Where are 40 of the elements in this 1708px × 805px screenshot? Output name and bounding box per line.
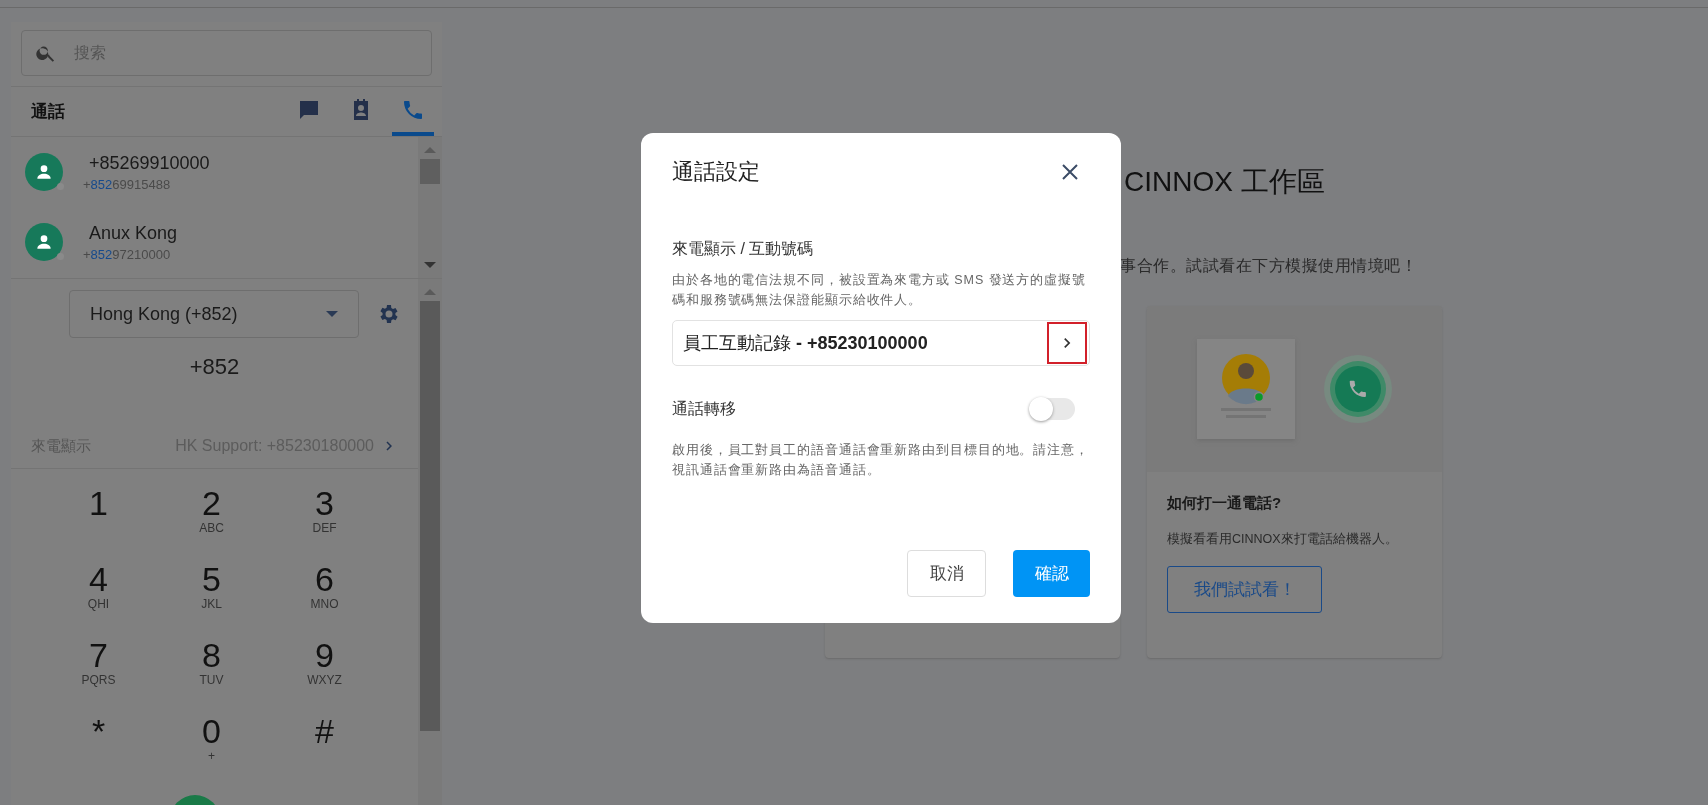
contact-number: +85297210000 bbox=[83, 246, 172, 262]
card-description: 模擬看看用CINNOX來打電話給機器人。 bbox=[1167, 531, 1399, 548]
workspace-title: CINNOX 工作區 bbox=[1124, 165, 1326, 199]
dial-key[interactable]: # bbox=[268, 707, 381, 783]
dial-key[interactable]: 6 MNO bbox=[268, 555, 381, 631]
country-select[interactable]: Hong Kong (+852) bbox=[69, 290, 359, 338]
dial-key[interactable]: 5 JKL bbox=[155, 555, 268, 631]
workspace-subtitle: 事合作。試試看在下方模擬使用情境吧！ bbox=[1120, 256, 1418, 276]
forwarding-label: 通話轉移 bbox=[672, 398, 736, 419]
dialog-title: 通話設定 bbox=[672, 158, 760, 186]
dial-key[interactable]: 9 WXYZ bbox=[268, 631, 381, 707]
chevron-button[interactable] bbox=[1047, 322, 1087, 364]
forwarding-switch[interactable] bbox=[1031, 398, 1075, 420]
dial-key[interactable]: * bbox=[42, 707, 155, 783]
number-select[interactable]: 員工互動記錄 - +85230100000 bbox=[672, 320, 1090, 366]
contact-item[interactable]: +85269910000 +85269915488 bbox=[11, 137, 418, 207]
avatar-icon bbox=[25, 223, 63, 261]
forwarding-note: 啟用後，員工對員工的語音通話會重新路由到目標目的地。請注意，視訊通話會重新路由為語音通話。 bbox=[672, 442, 1090, 479]
scrollbar[interactable] bbox=[418, 279, 442, 805]
contact-name: Anux Kong bbox=[89, 222, 178, 244]
dial-key[interactable]: 3 DEF bbox=[268, 479, 381, 555]
card-title: 如何打一通電話? bbox=[1167, 494, 1283, 513]
contact-name: +85269910000 bbox=[89, 152, 210, 174]
dial-key[interactable]: 2 ABC bbox=[155, 479, 268, 555]
confirm-button[interactable]: 確認 bbox=[1013, 550, 1090, 597]
contact-number: +85269915488 bbox=[83, 176, 172, 192]
section-label: 來電顯示 / 互動號碼 bbox=[672, 239, 815, 259]
dial-key[interactable]: 1 bbox=[42, 479, 155, 555]
phone-call-icon bbox=[1322, 354, 1393, 424]
caller-id-note: 由於各地的電信法規不同，被設置為來電方或 SMS 發送方的虛擬號碼和服務號碼無法保證能顯示給收件人。 bbox=[672, 272, 1087, 309]
dial-key[interactable]: 0 + bbox=[155, 707, 268, 783]
cancel-button[interactable]: 取消 bbox=[907, 550, 986, 597]
avatar-icon bbox=[25, 153, 63, 191]
panel-title: 通話 bbox=[31, 101, 65, 123]
dial-key[interactable]: 7 PQRS bbox=[42, 631, 155, 707]
contact-item[interactable]: Anux Kong +85297210000 bbox=[11, 207, 418, 277]
dial-key[interactable]: 8 TUV bbox=[155, 631, 268, 707]
dialed-number: +852 bbox=[188, 354, 241, 380]
dial-key[interactable]: 4 QHI bbox=[42, 555, 155, 631]
scrollbar[interactable] bbox=[418, 137, 442, 278]
